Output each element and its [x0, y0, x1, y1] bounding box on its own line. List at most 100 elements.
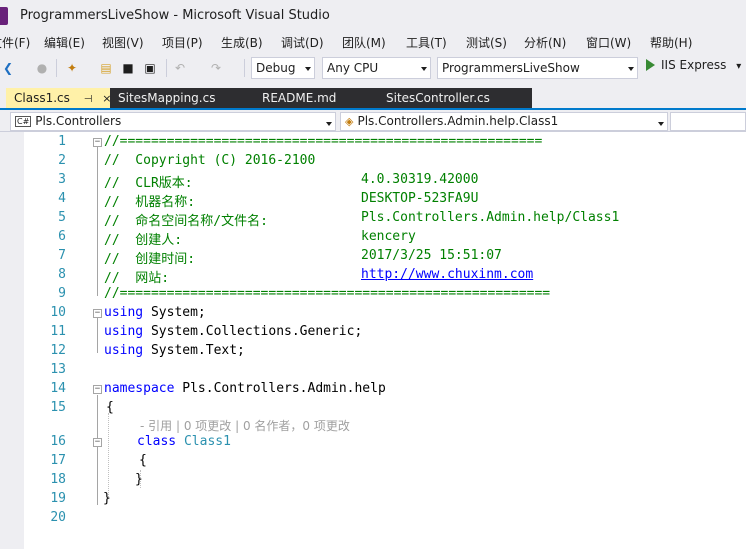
menu-analyze[interactable]: 分析(N)	[524, 34, 566, 51]
namespace-declaration: namespace Pls.Controllers.Admin.help	[104, 381, 386, 396]
tab-sitesmapping[interactable]: SitesMapping.cs	[110, 88, 246, 108]
code-editor[interactable]: 1 − //==================================…	[0, 132, 746, 549]
code-line: 16 − class Class1	[0, 434, 746, 453]
csharp-project-icon: C#	[15, 116, 32, 127]
document-tab-row: Class1.cs ⊣ × SitesMapping.cs README.md …	[0, 88, 746, 110]
class-icon: ◈	[345, 115, 354, 128]
tab-class1[interactable]: Class1.cs ⊣ ×	[6, 88, 111, 108]
redo-icon[interactable]: ↷	[208, 60, 224, 76]
menu-tools[interactable]: 工具(T)	[406, 34, 447, 51]
using-directive: using System;	[104, 305, 206, 320]
line-number: 12	[50, 343, 66, 358]
code-line: 14 − namespace Pls.Controllers.Admin.hel…	[0, 381, 746, 400]
startup-project-value: ProgrammersLiveShow	[442, 61, 580, 75]
open-file-icon[interactable]: ▤	[98, 60, 114, 76]
code-line: 18 }	[0, 472, 746, 491]
keyword: using	[104, 343, 144, 358]
code-line: 2 // Copyright (C) 2016-2100	[0, 153, 746, 172]
collapse-icon[interactable]: −	[93, 385, 102, 394]
menu-view[interactable]: 视图(V)	[102, 34, 144, 51]
menu-file[interactable]: 文件(F)	[0, 34, 30, 51]
line-number: 18	[50, 472, 66, 487]
line-number: 10	[50, 305, 66, 320]
menu-help[interactable]: 帮助(H)	[650, 34, 692, 51]
chevron-down-icon	[628, 67, 634, 71]
play-icon	[646, 59, 655, 71]
using-directive: using System.Collections.Generic;	[104, 324, 362, 339]
menu-test[interactable]: 测试(S)	[466, 34, 507, 51]
using-directive: using System.Text;	[104, 343, 245, 358]
code-line: 12 using System.Text;	[0, 343, 746, 362]
comment-value: 4.0.30319.42000	[361, 172, 479, 187]
startup-project-select[interactable]: ProgrammersLiveShow	[437, 57, 638, 79]
save-icon[interactable]: ■	[120, 60, 136, 76]
code-line: 7 // 创建时间: 2017/3/25 15:51:07	[0, 248, 746, 267]
code-line: 3 // CLR版本: 4.0.30319.42000	[0, 172, 746, 191]
new-project-icon[interactable]: ✦	[64, 60, 80, 76]
project-navigation-dropdown[interactable]: C# Pls.Controllers	[10, 112, 336, 131]
line-number: 5	[58, 210, 66, 225]
menu-edit[interactable]: 编辑(E)	[44, 34, 85, 51]
pin-icon[interactable]: ⊣	[84, 94, 93, 105]
tab-sitescontroller[interactable]: SitesController.cs	[370, 88, 532, 108]
standard-toolbar: ❮ ● ✦ ▤ ■ ▣ ↶ ↷ Debug Any CPU Programmer…	[0, 54, 746, 82]
code-line: 15 {	[0, 400, 746, 419]
line-number: 9	[58, 286, 66, 301]
member-navigation-dropdown[interactable]	[670, 112, 746, 131]
namespace-ref: System.Text;	[143, 343, 245, 358]
tab-readme[interactable]: README.md	[246, 88, 370, 108]
menu-project[interactable]: 项目(P)	[162, 34, 203, 51]
menu-build[interactable]: 生成(B)	[221, 34, 263, 51]
collapse-icon[interactable]: −	[93, 438, 102, 447]
comment-value: kencery	[361, 229, 416, 244]
chevron-down-icon	[305, 67, 311, 71]
line-number: 13	[50, 362, 66, 377]
line-number: 17	[50, 453, 66, 468]
line-number: 1	[58, 134, 66, 149]
namespace-name: Pls.Controllers.Admin.help	[174, 381, 386, 396]
menu-window[interactable]: 窗口(W)	[586, 34, 631, 51]
line-number: 19	[50, 491, 66, 506]
solution-configuration-value: Debug	[256, 61, 296, 75]
line-number: 4	[58, 191, 66, 206]
line-number: 6	[58, 229, 66, 244]
line-number: 14	[50, 381, 66, 396]
solution-configuration-select[interactable]: Debug	[251, 57, 315, 79]
code-line: 10 − using System;	[0, 305, 746, 324]
codelens-info[interactable]: - 引用 | 0 项更改 | 0 名作者，0 项更改	[140, 417, 350, 434]
code-line: 4 // 机器名称: DESKTOP-523FA9U	[0, 191, 746, 210]
collapse-icon[interactable]: −	[93, 138, 102, 147]
namespace-ref: System;	[143, 305, 206, 320]
navigate-forward-icon[interactable]: ●	[34, 60, 50, 76]
window-title: ProgrammersLiveShow - Microsoft Visual S…	[20, 8, 330, 23]
class-declaration: class Class1	[137, 434, 231, 449]
namespace-ref: System.Collections.Generic;	[143, 324, 363, 339]
code-line: 19 }	[0, 491, 746, 510]
menu-debug[interactable]: 调试(D)	[281, 34, 324, 51]
menu-team[interactable]: 团队(M)	[342, 34, 386, 51]
solution-platform-select[interactable]: Any CPU	[322, 57, 431, 79]
navigation-bar: C# Pls.Controllers ◈ Pls.Controllers.Admin…	[0, 110, 746, 132]
line-number: 15	[50, 400, 66, 415]
run-target-label: IIS Express	[661, 58, 727, 72]
collapse-icon[interactable]: −	[93, 309, 102, 318]
code-line: 8 // 网站: http://www.chuxinm.com	[0, 267, 746, 286]
visual-studio-logo-icon	[0, 7, 8, 25]
comment-text: // 机器名称:	[104, 195, 376, 210]
code-line: 17 {	[0, 453, 746, 472]
comment-text: // 命名空间名称/文件名:	[104, 214, 362, 229]
type-navigation-dropdown[interactable]: ◈ Pls.Controllers.Admin.help.Class1	[340, 112, 668, 131]
save-all-icon[interactable]: ▣	[142, 60, 158, 76]
comment-value: DESKTOP-523FA9U	[361, 191, 479, 206]
website-link[interactable]: http://www.chuxinm.com	[361, 267, 533, 282]
menu-bar: 文件(F) 编辑(E) 视图(V) 项目(P) 生成(B) 调试(D) 团队(M…	[0, 32, 746, 52]
chevron-down-icon	[658, 122, 664, 126]
navigate-back-icon[interactable]: ❮	[0, 60, 16, 76]
keyword: class	[137, 434, 177, 449]
line-number: 7	[58, 248, 66, 263]
chevron-down-icon[interactable]: ▾	[736, 61, 741, 72]
chevron-down-icon	[421, 67, 427, 71]
start-debugging-button[interactable]: IIS Express ▾	[646, 58, 741, 72]
undo-icon[interactable]: ↶	[172, 60, 188, 76]
type-navigation-value: Pls.Controllers.Admin.help.Class1	[357, 114, 559, 128]
